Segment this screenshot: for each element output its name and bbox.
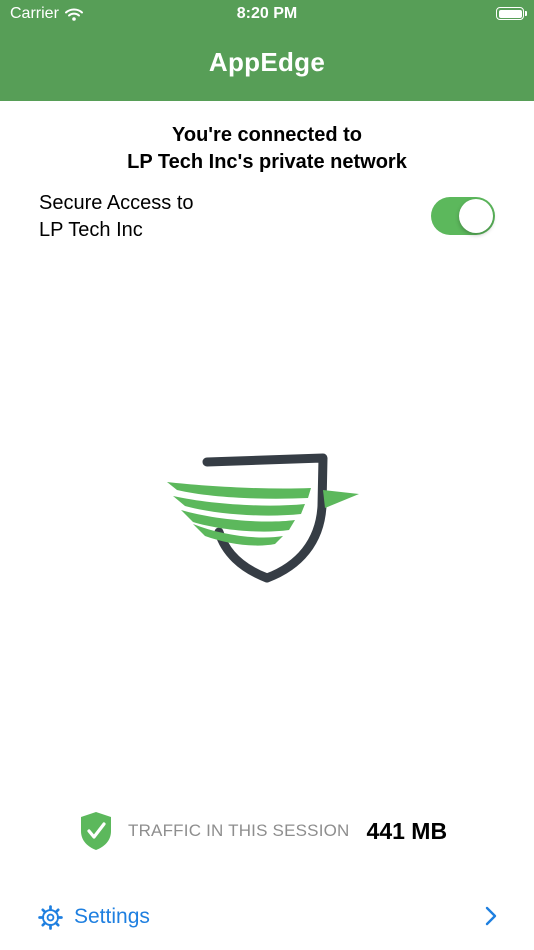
secure-access-label: Secure Access to LP Tech Inc	[39, 190, 194, 244]
logo-beak	[323, 490, 359, 508]
chevron-right-icon	[485, 906, 497, 926]
app-header: Carrier 8:20 PM AppEdge	[0, 0, 534, 101]
connection-status-line2: LP Tech Inc's private network	[127, 151, 407, 173]
traffic-summary: TRAFFIC IN THIS SESSION 441 MB	[80, 810, 447, 852]
logo-wing-2	[173, 496, 305, 516]
app-title: AppEdge	[208, 47, 326, 77]
shield-bird-logo	[167, 453, 359, 583]
connection-status: You're connected to LP Tech Inc's privat…	[0, 122, 534, 176]
traffic-label: TRAFFIC IN THIS SESSION	[128, 821, 350, 840]
toggle-knob	[459, 199, 493, 233]
battery-icon	[496, 7, 527, 20]
connection-status-line1: You're connected to	[172, 124, 362, 146]
logo-shield	[202, 453, 328, 583]
battery-level	[498, 9, 522, 18]
settings-row[interactable]: Settings	[38, 900, 498, 934]
secure-access-line2: LP Tech Inc	[39, 219, 143, 241]
shield-check-icon	[81, 812, 111, 850]
status-bar: Carrier 8:20 PM	[0, 0, 534, 30]
logo-wing-1	[167, 482, 311, 499]
secure-access-line1: Secure Access to	[39, 192, 194, 214]
secure-access-toggle[interactable]	[431, 197, 495, 235]
traffic-value: 441 MB	[366, 817, 448, 844]
settings-label: Settings	[74, 905, 150, 928]
gear-icon	[38, 904, 63, 930]
status-time: 8:20 PM	[236, 5, 298, 22]
